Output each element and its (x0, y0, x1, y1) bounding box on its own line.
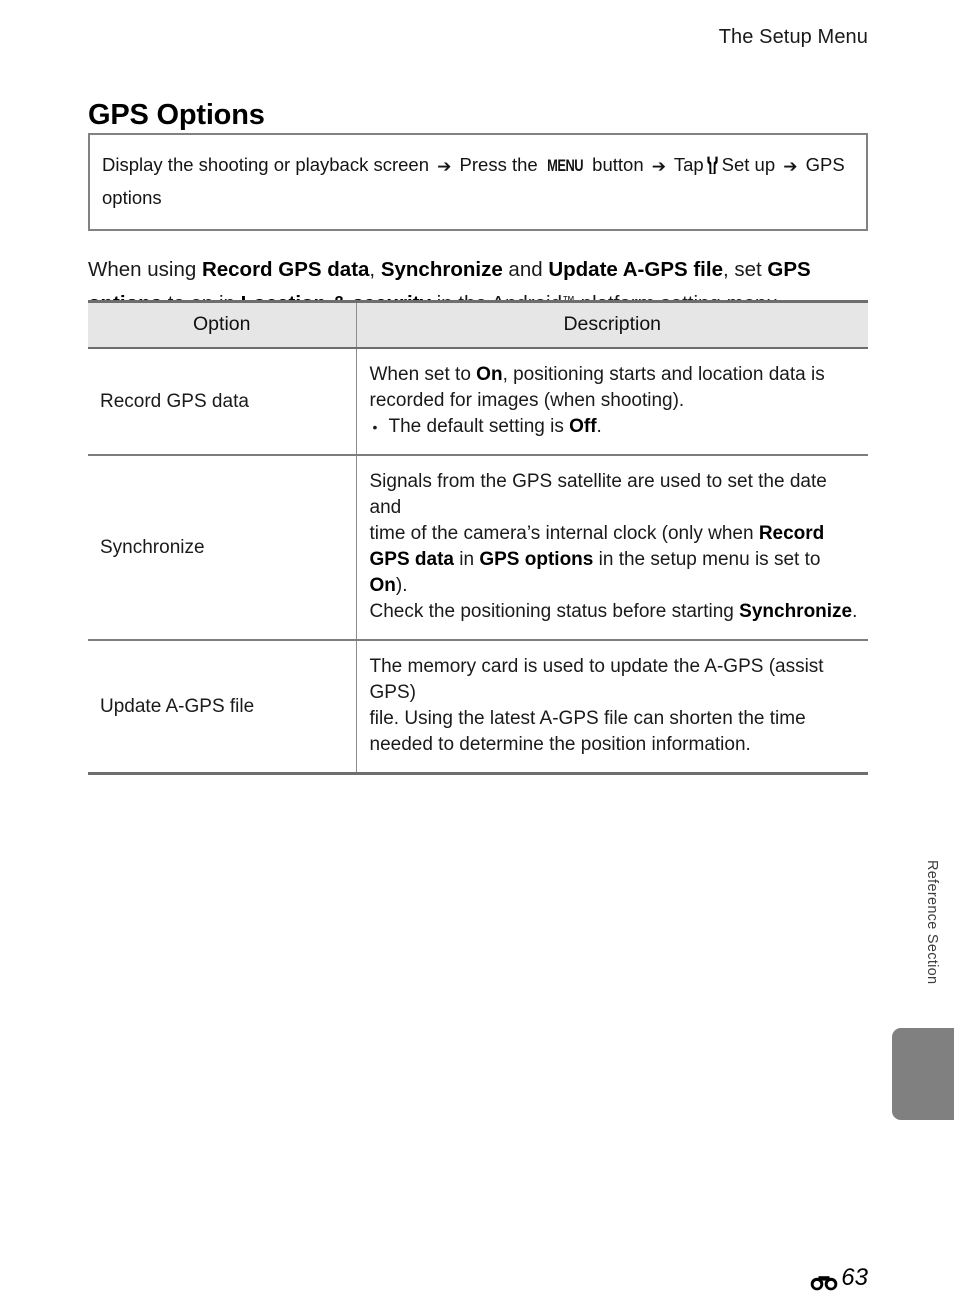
table-row: Update A-GPS file The memory card is use… (88, 640, 868, 775)
description-line: file. Using the latest A-GPS file can sh… (369, 708, 806, 729)
description-line: Check the positioning status before star… (370, 599, 861, 625)
table-header-description: Description (356, 300, 868, 349)
nav-step-press-menu-post: button (592, 154, 644, 175)
option-name-update-agps-file: Update A-GPS file (88, 640, 357, 775)
page-footer: 63 (810, 1264, 868, 1292)
desc-bold-on: On (369, 575, 396, 596)
menu-button-icon: MENU (546, 157, 583, 175)
description-line: time of the camera’s internal clock (onl… (370, 521, 861, 547)
desc-bold-off: Off (569, 416, 597, 437)
arrow-right-icon: ➔ (437, 157, 452, 177)
bullet-icon: • (372, 419, 378, 435)
desc-text: . (596, 416, 602, 437)
desc-text: . (852, 601, 858, 622)
desc-text: in (453, 549, 480, 570)
description-line: GPS data in GPS options in the setup men… (370, 547, 861, 599)
desc-bold-record: Record (758, 523, 825, 544)
option-description-record-gps-data: When set to On, positioning starts and l… (356, 348, 868, 456)
intro-bold-synchronize: Synchronize (380, 257, 503, 281)
description-line: The memory card is used to update the A-… (369, 656, 824, 703)
binoculars-icon (810, 1270, 838, 1290)
description-line: Signals from the GPS satellite are used … (369, 471, 827, 518)
navigation-path-box: Display the shooting or playback screen … (88, 133, 868, 231)
description-line: recorded for images (when shooting). (369, 390, 685, 411)
table-header-option: Option (88, 300, 357, 349)
table-row: Synchronize Signals from the GPS satelli… (88, 455, 868, 641)
nav-step-tap-pre: Tap (673, 154, 704, 175)
desc-text: Check the positioning status before star… (369, 601, 740, 622)
table-header-row: Option Description (88, 300, 868, 349)
desc-text: in the setup menu is set to (593, 549, 821, 570)
description-line: needed to determine the position informa… (369, 734, 751, 755)
option-name-synchronize: Synchronize (88, 455, 357, 641)
desc-text: ). (395, 575, 408, 596)
wrench-icon (706, 152, 719, 174)
desc-text: When set to (369, 364, 477, 385)
desc-bold-on: On (476, 364, 503, 385)
intro-text-3: and (502, 257, 549, 281)
nav-step-press-menu-pre: Press the (459, 154, 538, 175)
page-number: 63 (841, 1264, 868, 1291)
table-row: Record GPS data When set to On, position… (88, 348, 868, 456)
option-name-record-gps-data: Record GPS data (88, 348, 357, 456)
option-description-synchronize: Signals from the GPS satellite are used … (356, 455, 868, 641)
arrow-right-icon: ➔ (651, 157, 666, 177)
description-bullet-item: • The default setting is Off. (370, 414, 861, 440)
nav-step-display-screen: Display the shooting or playback screen (102, 154, 430, 175)
intro-text-1: When using (88, 257, 202, 281)
desc-text: , positioning starts and location data i… (502, 364, 825, 385)
desc-bold-synchronize: Synchronize (739, 601, 853, 622)
description-line: When set to On, positioning starts and l… (370, 362, 861, 388)
side-tab-label: Reference Section (924, 860, 940, 985)
nav-step-tap-post: Set up (721, 154, 776, 175)
intro-text-2: , (369, 257, 381, 281)
arrow-right-icon: ➔ (783, 157, 798, 177)
page-title: GPS Options (88, 99, 265, 132)
intro-bold-update-agps-file: Update A-GPS file (548, 257, 723, 281)
desc-text: The default setting is (388, 416, 570, 437)
desc-bold-gps-options: GPS options (479, 549, 594, 570)
side-tab-marker (892, 1028, 954, 1120)
intro-text-4: , set (722, 257, 768, 281)
desc-bold-gps-data: GPS data (369, 549, 454, 570)
gps-options-table: Option Description Record GPS data When … (88, 300, 868, 775)
desc-text: time of the camera’s internal clock (onl… (369, 523, 759, 544)
option-description-update-agps-file: The memory card is used to update the A-… (356, 640, 868, 775)
intro-bold-record-gps-data: Record GPS data (201, 257, 370, 281)
running-header: The Setup Menu (718, 26, 868, 48)
